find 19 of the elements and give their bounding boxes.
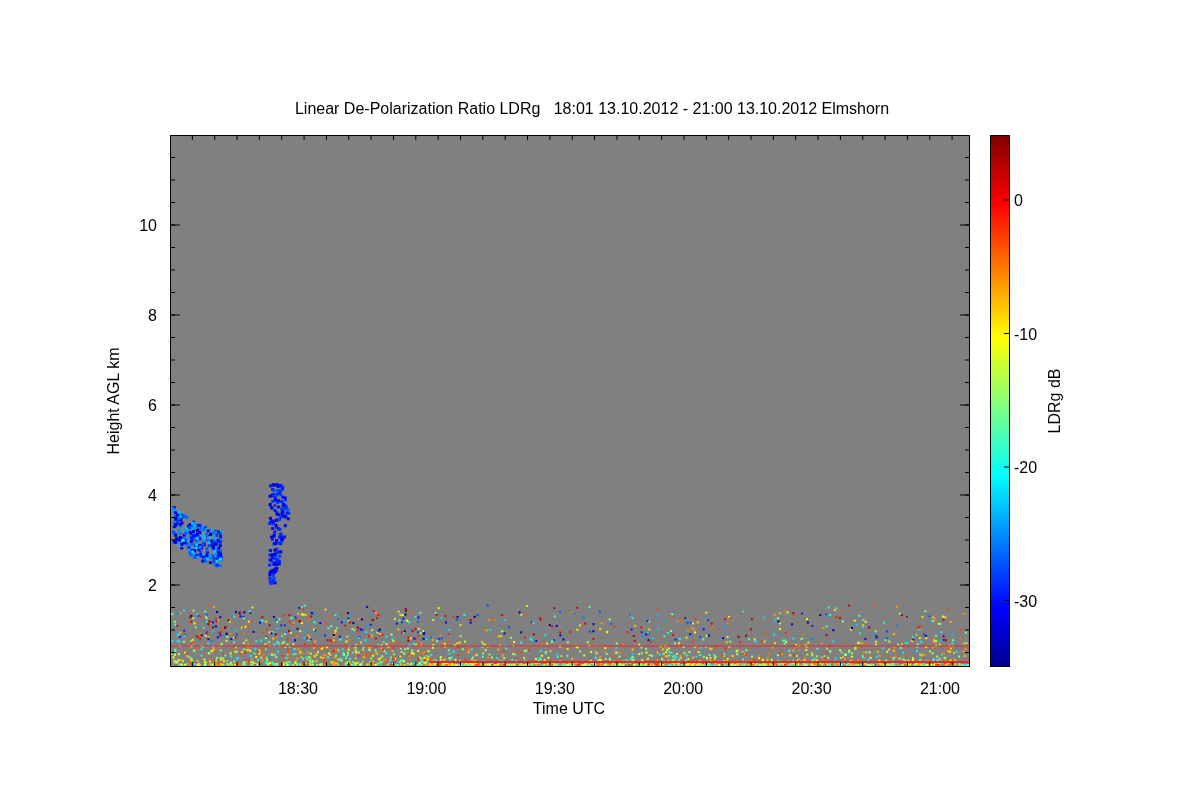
axis-label: Time UTC (532, 700, 606, 717)
tick-label: -20 (1014, 459, 1038, 476)
tick-label: 21:00 (920, 680, 960, 697)
tick-label: 2 (148, 577, 157, 594)
tick-label: 0 (1014, 192, 1023, 209)
tick-label: 4 (148, 487, 157, 504)
tick-label: -10 (1014, 325, 1038, 343)
plot-title: Linear De-Polarization Ratio LDRg 18:01 13.10.2012 - 21:00 13.10.2012 Elmshorn (294, 100, 890, 117)
tick-label: 8 (148, 307, 157, 324)
tick-label: 18:30 (278, 680, 318, 697)
axis-label: Height AGL km (105, 347, 122, 455)
tick-label: 20:30 (791, 680, 832, 697)
axis-label: LDRg dB (1046, 368, 1063, 434)
tick-label: 20:00 (663, 680, 704, 697)
tick-label: 6 (148, 397, 157, 414)
tick-label: -30 (1014, 592, 1038, 610)
tick-label: 19:30 (534, 680, 575, 697)
tick-label: 10 (139, 217, 157, 234)
tick-label: 19:00 (406, 680, 447, 697)
